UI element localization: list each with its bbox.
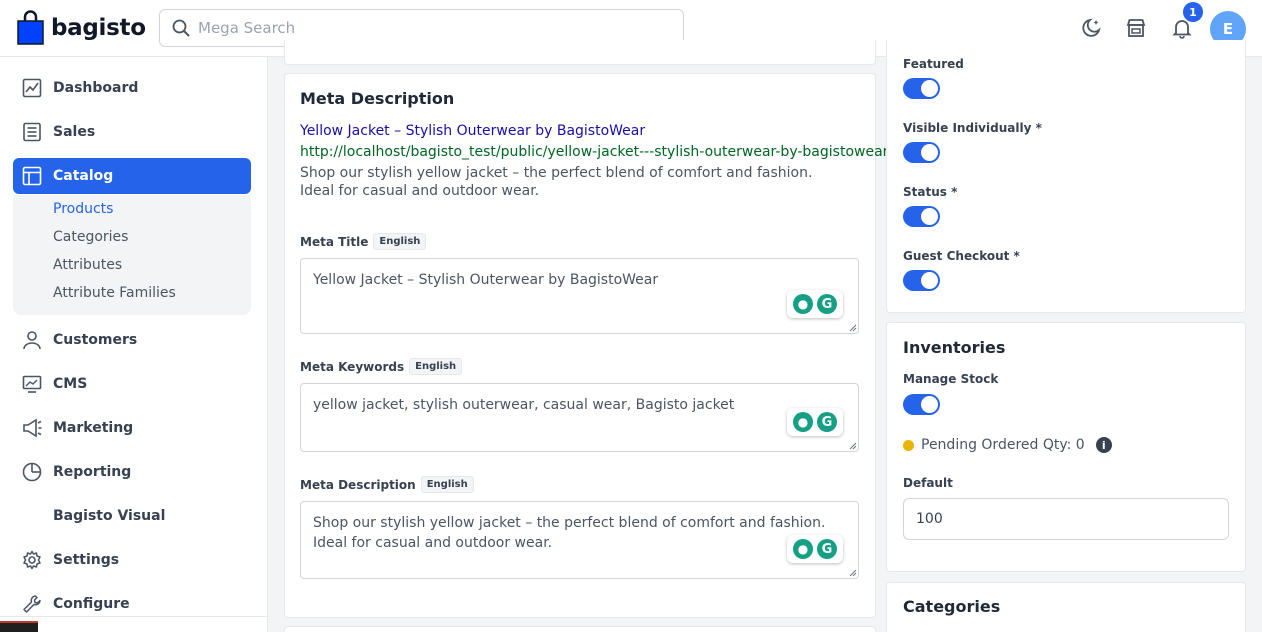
sidebar-item-dashboard[interactable]: Dashboard	[13, 70, 251, 106]
receipt-icon	[21, 121, 43, 143]
sidebar-item-label: Reporting	[53, 464, 132, 480]
submenu-categories[interactable]: Categories	[53, 229, 128, 245]
status-dot	[903, 439, 914, 451]
lightbulb-icon: ●	[793, 294, 813, 314]
pending-ordered-text: Pending Ordered Qty: 0	[921, 437, 1085, 453]
sidebar-divider	[0, 616, 268, 617]
resize-handle-icon[interactable]	[849, 324, 857, 332]
inventories-title: Inventories	[903, 338, 1006, 357]
sidebar-item-customers[interactable]: Customers	[13, 322, 251, 358]
lang-tag: English	[409, 358, 463, 375]
manage-stock-toggle[interactable]	[903, 394, 940, 415]
guest-checkout-label: Guest Checkout *	[903, 249, 1020, 263]
sidebar-item-reporting[interactable]: Reporting	[13, 454, 251, 490]
sidebar-item-label: Settings	[53, 552, 120, 568]
submenu-attribute-families[interactable]: Attribute Families	[53, 285, 176, 301]
sidebar-item-cms[interactable]: CMS	[13, 366, 251, 402]
catalog-icon	[21, 165, 43, 187]
featured-toggle[interactable]	[903, 78, 940, 99]
default-qty-value: 100	[916, 511, 943, 527]
sidebar-item-label: Configure	[53, 596, 130, 612]
seo-preview-url: http://localhost/bagisto_test/public/yel…	[300, 144, 889, 160]
grammarly-icon: G	[817, 294, 837, 314]
lang-tag: English	[373, 233, 427, 250]
sidebar-item-label: Dashboard	[53, 80, 139, 96]
meta-description-value: Shop our stylish yellow jacket – the per…	[313, 515, 826, 551]
monitor-icon	[21, 373, 43, 395]
submenu-products[interactable]: Products	[53, 201, 113, 217]
meta-title-label-text: Meta Title	[300, 234, 369, 249]
featured-label: Featured	[903, 57, 964, 71]
next-card	[284, 626, 876, 632]
meta-keywords-value: yellow jacket, stylish outerwear, casual…	[313, 397, 735, 413]
meta-description-label: Meta Description English	[300, 476, 474, 493]
lightbulb-icon: ●	[793, 412, 813, 432]
resize-handle-icon[interactable]	[849, 442, 857, 450]
submenu-attributes[interactable]: Attributes	[53, 257, 122, 273]
meta-description-input[interactable]: Shop our stylish yellow jacket – the per…	[300, 501, 859, 579]
sidebar-item-label: Customers	[53, 332, 138, 348]
catalog-submenu: Products Categories Attributes Attribute…	[13, 195, 251, 315]
seo-preview-title: Yellow Jacket – Stylish Outerwear by Bag…	[300, 123, 646, 139]
meta-keywords-label: Meta Keywords English	[300, 358, 463, 375]
categories-title: Categories	[903, 597, 1001, 616]
sidebar-item-marketing[interactable]: Marketing	[13, 410, 251, 446]
grammarly-widget[interactable]: ● G	[787, 408, 843, 436]
search-icon	[172, 19, 190, 37]
visible-individually-toggle[interactable]	[903, 142, 940, 163]
settings-card	[886, 40, 1246, 313]
wrench-icon	[21, 593, 43, 615]
meta-title-label: Meta Title English	[300, 233, 427, 250]
logo-text: bagisto	[51, 14, 146, 41]
sidebar-item-catalog[interactable]: Catalog	[13, 158, 251, 194]
taskbar-fragment	[0, 621, 38, 632]
sidebar-item-label: CMS	[53, 376, 88, 392]
sidebar-item-settings[interactable]: Settings	[13, 542, 251, 578]
chart-icon	[21, 77, 43, 99]
notification-badge: 1	[1183, 2, 1203, 22]
meta-keywords-input[interactable]: yellow jacket, stylish outerwear, casual…	[300, 383, 859, 452]
status-toggle[interactable]	[903, 206, 940, 227]
status-label: Status *	[903, 185, 958, 199]
sidebar-item-label: Sales	[53, 124, 96, 140]
dark-mode-icon[interactable]	[1078, 15, 1104, 41]
grammarly-widget[interactable]: ● G	[787, 535, 843, 563]
gear-icon	[21, 549, 43, 571]
meta-title-input[interactable]: Yellow Jacket – Stylish Outerwear by Bag…	[300, 258, 859, 334]
sidebar-item-sales[interactable]: Sales	[13, 114, 251, 150]
meta-card-title: Meta Description	[300, 89, 455, 108]
sidebar-item-label: Bagisto Visual	[53, 508, 166, 524]
storefront-icon[interactable]	[1123, 15, 1149, 41]
manage-stock-label: Manage Stock	[903, 372, 999, 386]
lightbulb-icon: ●	[793, 539, 813, 559]
meta-description-label-text: Meta Description	[300, 477, 416, 492]
grammarly-icon: G	[817, 412, 837, 432]
default-qty-input[interactable]: 100	[903, 498, 1229, 540]
sidebar-item-label: Marketing	[53, 420, 134, 436]
grammarly-widget[interactable]: ● G	[787, 290, 843, 318]
megaphone-icon	[21, 417, 43, 439]
logo[interactable]: bagisto	[17, 10, 146, 45]
info-icon[interactable]: i	[1095, 437, 1112, 453]
meta-title-value: Yellow Jacket – Stylish Outerwear by Bag…	[313, 272, 659, 288]
grammarly-icon: G	[817, 539, 837, 559]
previous-card	[284, 40, 876, 65]
user-icon	[21, 329, 43, 351]
seo-preview-description: Shop our stylish yellow jacket – the per…	[300, 165, 813, 199]
sidebar-item-bagisto-visual[interactable]: Bagisto Visual	[13, 498, 251, 534]
bag-icon	[17, 10, 44, 45]
meta-keywords-label-text: Meta Keywords	[300, 359, 405, 374]
default-label: Default	[903, 476, 953, 490]
visible-individually-label: Visible Individually *	[903, 121, 1042, 135]
lang-tag: English	[420, 476, 474, 493]
sidebar: Dashboard Sales Catalog Products Categor…	[0, 57, 268, 632]
resize-handle-icon[interactable]	[849, 569, 857, 577]
guest-checkout-toggle[interactable]	[903, 270, 940, 291]
pie-icon	[21, 461, 43, 483]
pending-ordered: Pending Ordered Qty: 0 i	[903, 437, 1112, 453]
sidebar-item-label: Catalog	[53, 168, 114, 184]
search-input[interactable]	[198, 19, 668, 37]
